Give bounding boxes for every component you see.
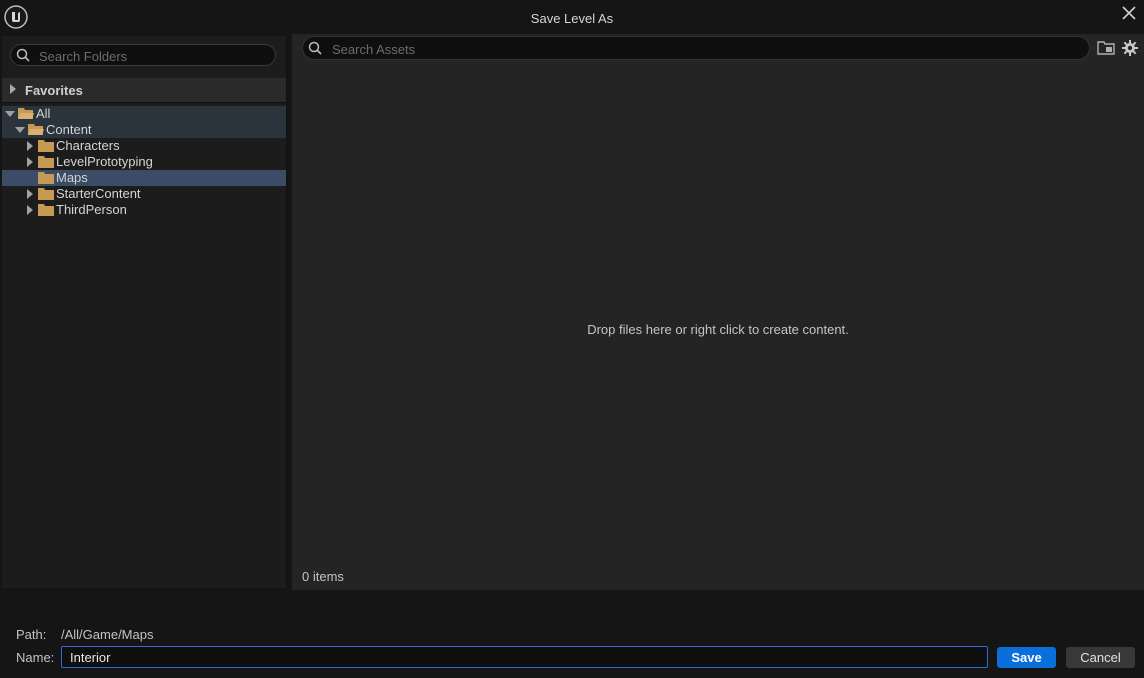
search-assets-box[interactable] [302, 36, 1090, 60]
name-label: Name: [16, 650, 55, 665]
tree-item-label: LevelPrototyping [56, 154, 153, 169]
tree-item-label: Content [46, 122, 92, 137]
footer-bar: Path: /All/Game/Maps Name: Save Cancel [0, 590, 1144, 678]
folder-icon [38, 140, 54, 152]
tree-item-label: Maps [56, 170, 88, 185]
search-folders-box[interactable] [10, 44, 276, 66]
expand-arrow-icon[interactable] [27, 189, 33, 199]
folder-icon [38, 188, 54, 200]
window-title: Save Level As [530, 11, 614, 26]
folder-tree: All Content Characters LevelPrototyping … [2, 106, 286, 218]
gear-icon[interactable] [1121, 39, 1139, 57]
path-value: /All/Game/Maps [61, 627, 154, 642]
name-input[interactable] [61, 646, 988, 668]
collapse-arrow-icon[interactable] [5, 111, 15, 117]
tree-item-maps[interactable]: Maps [2, 170, 286, 186]
tree-item-label: ThirdPerson [56, 202, 127, 217]
tree-item-content[interactable]: Content [2, 122, 286, 138]
folder-icon [38, 172, 54, 184]
expand-arrow-icon[interactable] [27, 205, 33, 215]
tree-item-startercontent[interactable]: StarterContent [2, 186, 286, 202]
tree-item-label: StarterContent [56, 186, 141, 201]
empty-content-hint: Drop files here or right click to create… [587, 322, 849, 337]
close-icon[interactable] [1120, 4, 1138, 22]
folder-icon [38, 204, 54, 216]
tree-item-label: Characters [56, 138, 120, 153]
favorites-label: Favorites [25, 83, 83, 98]
path-label: Path: [16, 627, 47, 642]
item-count-label: 0 items [302, 569, 344, 584]
cancel-button[interactable]: Cancel [1066, 647, 1135, 668]
search-folders-input[interactable] [37, 46, 271, 66]
search-icon [308, 41, 322, 55]
open-folder-icon [18, 108, 34, 119]
folder-icon [38, 156, 54, 168]
open-folder-icon [28, 124, 44, 135]
expand-arrow-icon[interactable] [10, 84, 16, 94]
tree-item-thirdperson[interactable]: ThirdPerson [2, 202, 286, 218]
save-button[interactable]: Save [997, 647, 1056, 668]
collapse-arrow-icon[interactable] [15, 127, 25, 133]
title-bar: Save Level As [0, 0, 1144, 34]
search-icon [16, 48, 30, 62]
tree-item-all[interactable]: All [2, 106, 286, 122]
save-level-dialog: Save Level As Favorites [0, 0, 1144, 678]
search-assets-input[interactable] [330, 39, 1074, 59]
folder-filter-icon[interactable] [1097, 41, 1115, 55]
tree-item-characters[interactable]: Characters [2, 138, 286, 154]
expand-arrow-icon[interactable] [27, 157, 33, 167]
favorites-section[interactable]: Favorites [2, 78, 286, 103]
tree-item-label: All [36, 106, 51, 121]
tree-item-levelprototyping[interactable]: LevelPrototyping [2, 154, 286, 170]
asset-view-panel[interactable]: Drop files here or right click to create… [292, 34, 1144, 590]
folder-tree-panel: Favorites All Content [2, 36, 287, 588]
expand-arrow-icon[interactable] [27, 141, 33, 151]
